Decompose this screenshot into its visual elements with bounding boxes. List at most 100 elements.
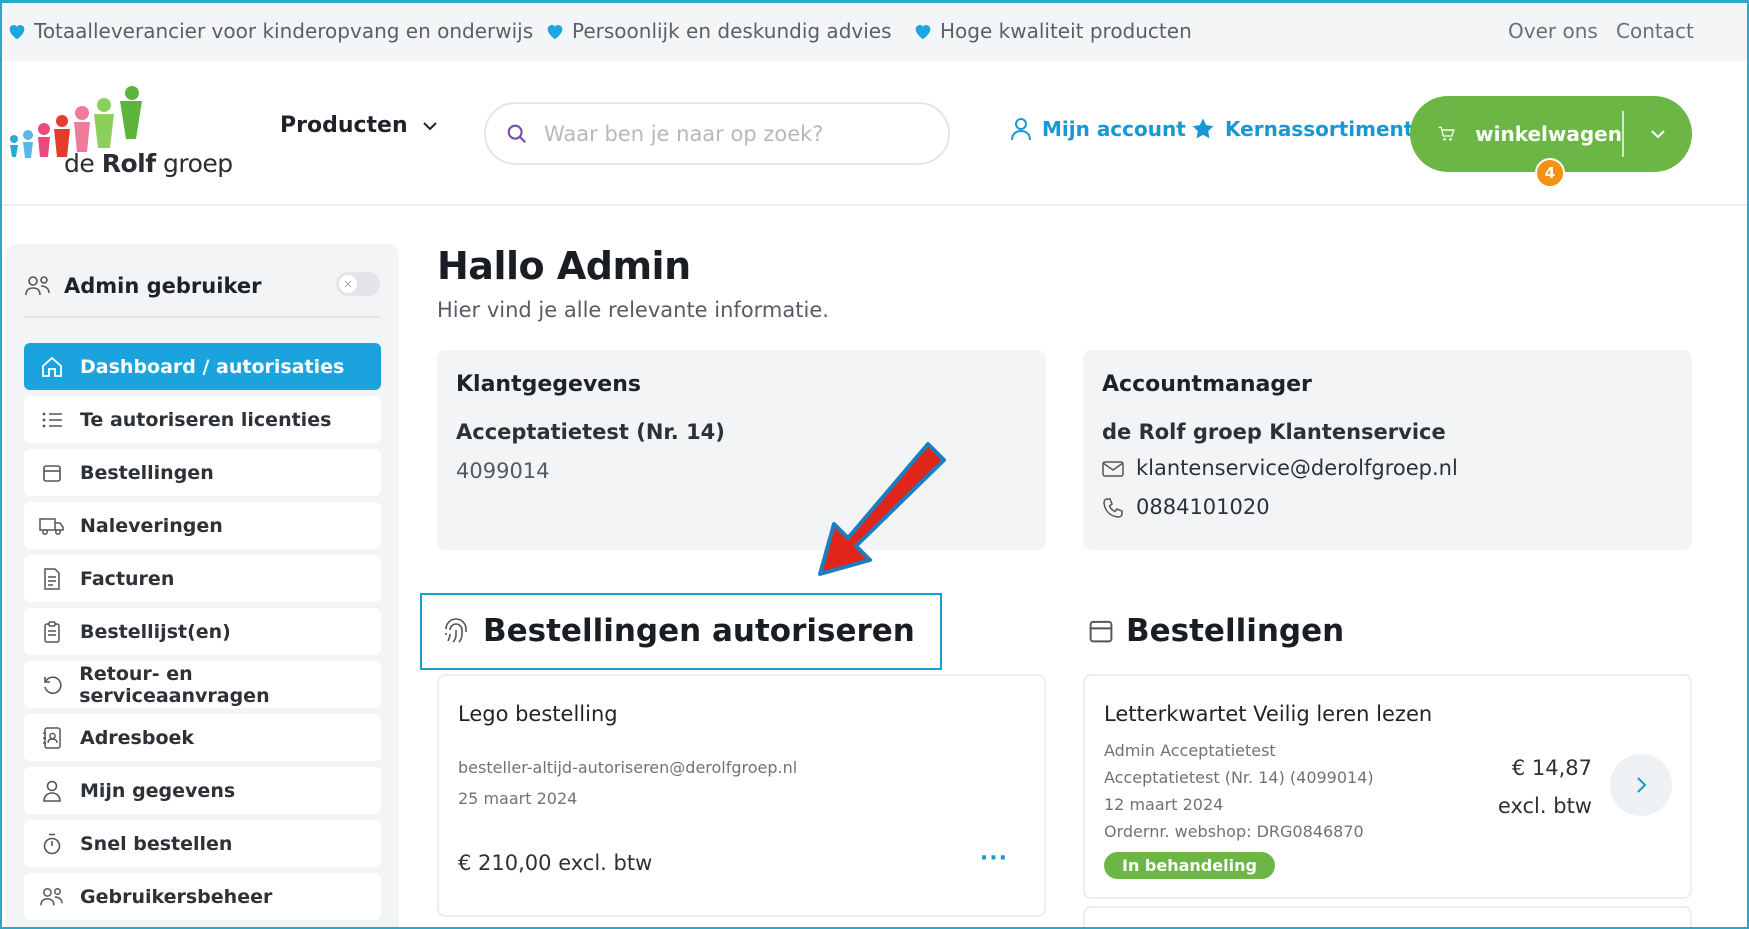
customer-card-title: Klantgegevens <box>456 372 641 397</box>
sidebar: Admin gebruiker ✕ Dashboard / autorisati… <box>6 244 399 929</box>
sidebar-item-label: Naleveringen <box>80 514 223 537</box>
toggle-knob: ✕ <box>339 275 357 293</box>
sidebar-nav: Dashboard / autorisaties Te autoriseren … <box>24 343 381 926</box>
authorize-order-card[interactable]: Lego bestelling besteller-altijd-autoris… <box>437 674 1046 917</box>
logo[interactable]: de Rolf groep <box>6 83 233 181</box>
products-label: Producten <box>280 113 408 138</box>
cart-icon <box>1438 126 1455 141</box>
order-price: € 14,87 <box>1511 756 1592 780</box>
sidebar-item-licenses[interactable]: Te autoriseren licenties <box>24 396 381 443</box>
more-options-button[interactable]: ··· <box>980 846 1008 871</box>
order-price: € 210,00 excl. btw <box>458 851 653 875</box>
orders-section-title: Bestellingen <box>1088 613 1344 649</box>
sidebar-item-quick-order[interactable]: Snel bestellen <box>24 820 381 867</box>
search-icon <box>507 124 527 143</box>
order-date: 25 maart 2024 <box>458 789 578 808</box>
cart-count-badge: 4 <box>1535 158 1565 188</box>
order-email: besteller-altijd-autoriseren@derolfgroep… <box>458 758 798 777</box>
sidebar-item-dashboard[interactable]: Dashboard / autorisaties <box>24 343 381 390</box>
accountmanager-card-title: Accountmanager <box>1102 372 1312 397</box>
cart-dropdown[interactable] <box>1624 96 1692 172</box>
orders-section-label: Bestellingen <box>1126 613 1345 649</box>
phone-icon <box>1103 498 1123 518</box>
admin-toggle[interactable]: ✕ <box>336 272 380 296</box>
sidebar-item-label: Bestellijst(en) <box>80 620 231 643</box>
contact-link[interactable]: Contact <box>1616 0 1694 61</box>
usp-item: Totaalleverancier voor kinderopvang en o… <box>6 0 533 61</box>
box-icon <box>38 459 66 487</box>
accountmanager-email-row[interactable]: klantenservice@derolfgroep.nl <box>1102 456 1458 480</box>
accountmanager-phone: 0884101020 <box>1136 495 1270 519</box>
sidebar-item-my-details[interactable]: Mijn gegevens <box>24 767 381 814</box>
logo-text-bold: Rolf <box>101 149 156 178</box>
sidebar-item-label: Dashboard / autorisaties <box>80 355 345 378</box>
account-label: Mijn account <box>1042 117 1186 141</box>
chevron-down-icon <box>1651 130 1665 139</box>
admin-user-row: Admin gebruiker ✕ <box>24 266 380 318</box>
sidebar-item-orders[interactable]: Bestellingen <box>24 449 381 496</box>
cart-main[interactable]: winkelwagen <box>1410 96 1622 172</box>
sidebar-item-label: Bestellingen <box>80 461 214 484</box>
accountmanager-email: klantenservice@derolfgroep.nl <box>1136 456 1458 480</box>
next-order-card[interactable] <box>1083 906 1692 929</box>
annotation-highlight-box <box>420 593 942 670</box>
usp-text: Hoge kwaliteit producten <box>940 18 1192 43</box>
stopwatch-icon <box>38 830 66 858</box>
sidebar-item-orderlists[interactable]: Bestellijst(en) <box>24 608 381 655</box>
usp-text: Totaalleverancier voor kinderopvang en o… <box>34 18 534 43</box>
order-title: Letterkwartet Veilig leren lezen <box>1104 702 1433 726</box>
order-date: 12 maart 2024 <box>1104 795 1224 814</box>
about-link[interactable]: Over ons <box>1508 0 1598 61</box>
user-icon <box>1011 118 1031 141</box>
cart-label: winkelwagen <box>1475 122 1622 146</box>
customer-name: Acceptatietest (Nr. 14) <box>456 420 725 444</box>
clipboard-icon <box>38 618 66 646</box>
usp-item: Persoonlijk en deskundig advies <box>544 0 892 61</box>
box-icon <box>1089 620 1113 643</box>
customer-number: 4099014 <box>456 459 550 483</box>
order-price-suffix: excl. btw <box>1497 794 1592 818</box>
search-input[interactable] <box>544 121 904 146</box>
sidebar-item-invoices[interactable]: Facturen <box>24 555 381 602</box>
logo-text: de Rolf groep <box>64 149 233 178</box>
search-bar[interactable] <box>484 102 950 165</box>
status-badge: In behandeling <box>1104 852 1275 879</box>
sidebar-item-label: Te autoriseren licenties <box>80 408 332 431</box>
core-assortment-link[interactable]: Kernassortiment <box>1191 117 1413 141</box>
accountmanager-card: Accountmanager de Rolf groep Klantenserv… <box>1083 350 1692 550</box>
order-number: Ordernr. webshop: DRG0846870 <box>1104 822 1364 841</box>
order-title: Lego bestelling <box>458 702 618 726</box>
recent-order-card[interactable]: Letterkwartet Veilig leren lezen Admin A… <box>1083 674 1692 899</box>
order-account: Acceptatietest (Nr. 14) (4099014) <box>1104 768 1374 787</box>
order-customer: Admin Acceptatietest <box>1104 741 1276 760</box>
admin-user-label: Admin gebruiker <box>64 274 262 298</box>
account-link[interactable]: Mijn account <box>1010 117 1186 141</box>
page-title: Hallo Admin <box>437 244 691 288</box>
open-order-button[interactable] <box>1610 754 1672 816</box>
heart-icon <box>915 24 931 39</box>
sidebar-item-label: Facturen <box>80 567 175 590</box>
annotation-arrow-icon <box>818 442 946 576</box>
sidebar-item-label: Mijn gegevens <box>80 779 236 802</box>
list-icon <box>38 406 66 434</box>
mail-icon <box>1102 461 1124 477</box>
usp-item: Hoge kwaliteit producten <box>912 0 1192 61</box>
invoice-icon <box>38 565 66 593</box>
page-subtitle: Hier vind je alle relevante informatie. <box>437 298 829 322</box>
usp-text: Persoonlijk en deskundig advies <box>572 18 892 43</box>
heart-icon <box>9 24 25 39</box>
chevron-right-icon <box>1637 777 1647 793</box>
sidebar-item-label: Adresboek <box>80 726 195 749</box>
sidebar-item-label: Snel bestellen <box>80 832 233 855</box>
sidebar-item-addressbook[interactable]: Adresboek <box>24 714 381 761</box>
sidebar-item-user-management[interactable]: Gebruikersbeheer <box>24 873 381 920</box>
top-bar: Totaalleverancier voor kinderopvang en o… <box>0 0 1749 61</box>
logo-text-regular: de <box>64 149 102 178</box>
accountmanager-phone-row[interactable]: 0884101020 <box>1102 495 1270 519</box>
sidebar-item-returns[interactable]: Retour- en serviceaanvragen <box>24 661 381 708</box>
products-menu[interactable]: Producten <box>280 113 438 138</box>
user-icon <box>38 777 66 805</box>
sidebar-item-label: Gebruikersbeheer <box>80 885 273 908</box>
sidebar-item-backorders[interactable]: Naleveringen <box>24 502 381 549</box>
site-header: de Rolf groep Producten Mijn account Ker… <box>0 61 1749 206</box>
